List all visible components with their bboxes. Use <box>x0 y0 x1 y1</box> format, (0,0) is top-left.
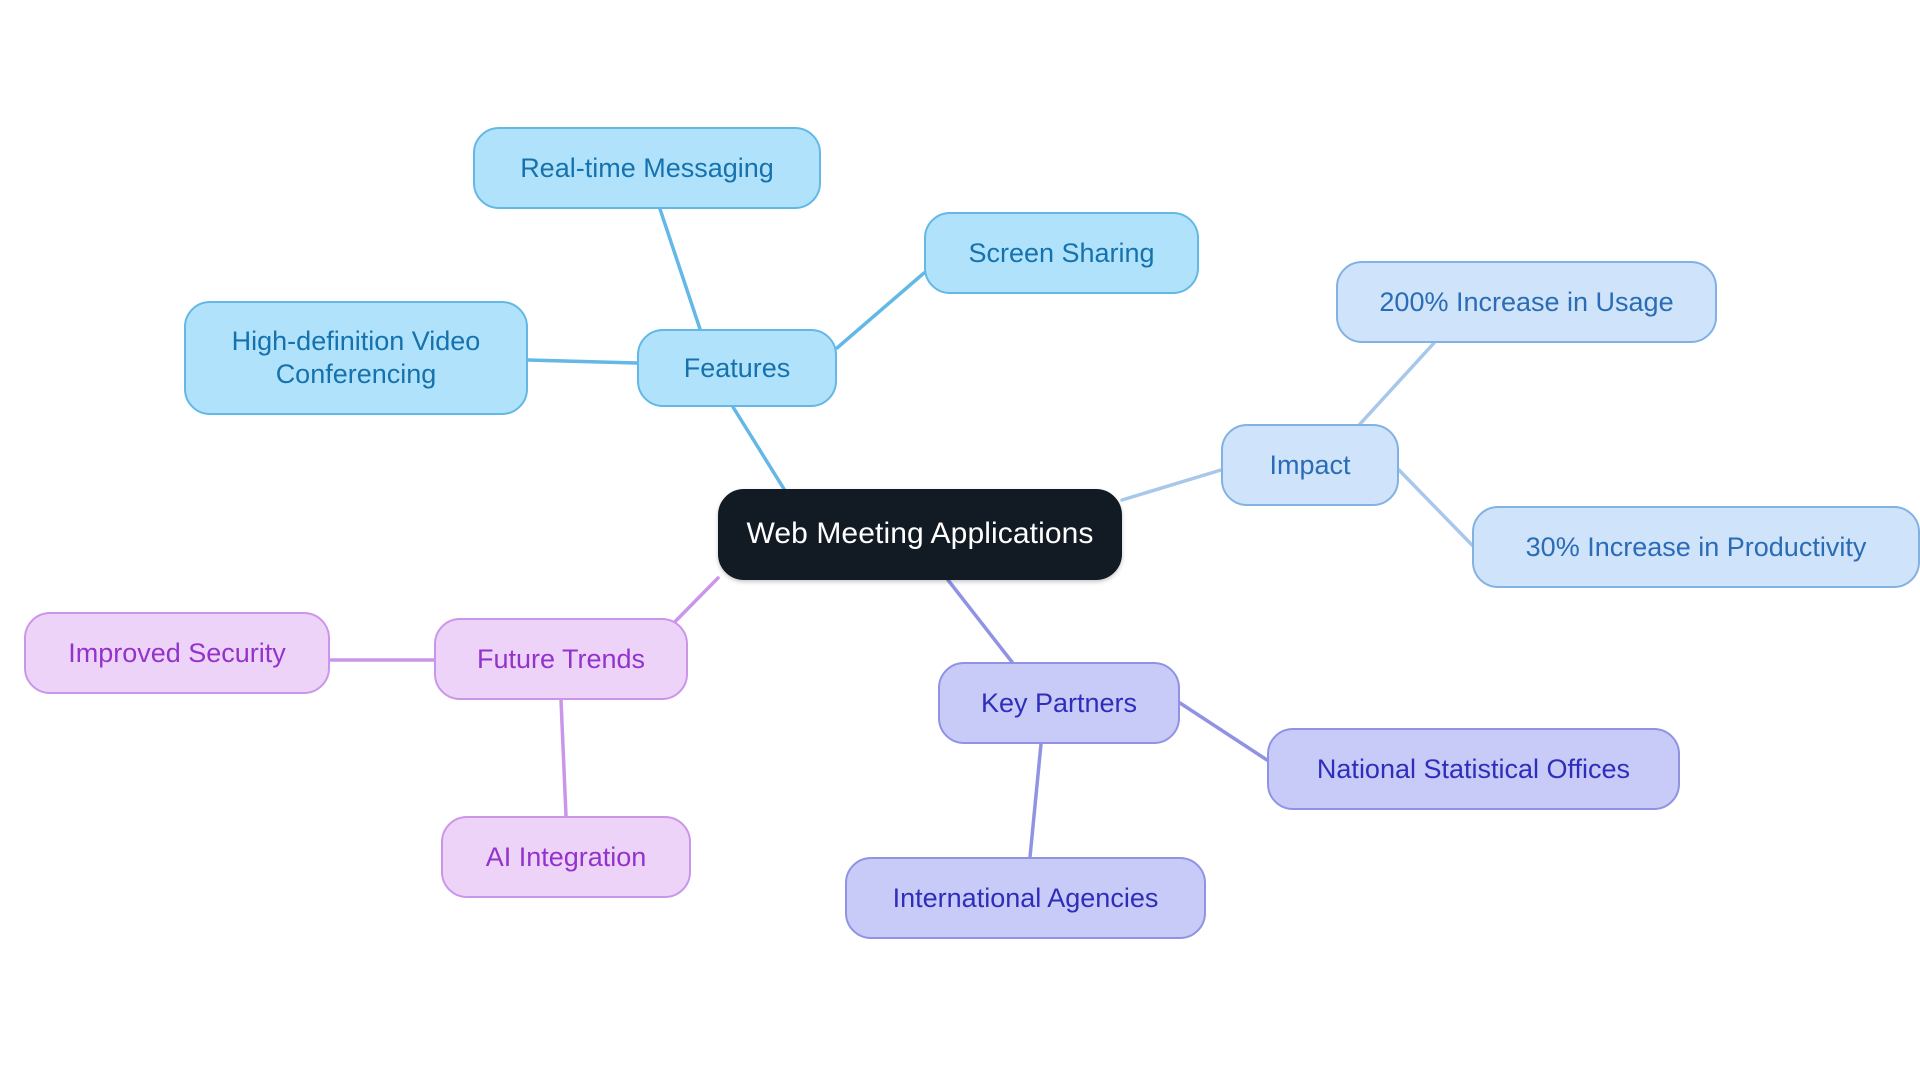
mindmap-node-ai-integration[interactable]: AI Integration <box>441 816 691 898</box>
mindmap-node-international-agencies[interactable]: International Agencies <box>845 857 1206 939</box>
edge-features-messaging <box>658 207 702 331</box>
mindmap-node-improved-security[interactable]: Improved Security <box>24 612 330 694</box>
mindmap-node-improved-security-label: Improved Security <box>68 637 286 668</box>
edge-keypartners-nso <box>1178 701 1269 762</box>
mindmap-node-national-statistical-offices-label: National Statistical Offices <box>1316 753 1631 784</box>
edge-features-screenshare <box>835 271 926 350</box>
mindmap-node-root[interactable]: Web Meeting Applications <box>718 489 1122 580</box>
mindmap-node-30-percent-increase-in-productivity[interactable]: 30% Increase in Productivity <box>1472 506 1920 588</box>
mindmap-node-200-percent-increase-in-usage-label: 200% Increase in Usage <box>1379 286 1674 317</box>
mindmap-node-root-label: Web Meeting Applications <box>746 517 1094 551</box>
edge-keypartners-intl <box>1028 742 1043 859</box>
edge-root-features <box>731 405 786 491</box>
mindmap-node-high-definition-video-conferencing-label: High-definition Video Conferencing <box>231 326 481 389</box>
mindmap-node-features-label: Features <box>683 352 791 383</box>
mindmap-node-key-partners[interactable]: Key Partners <box>938 662 1180 744</box>
mindmap-node-screen-sharing-label: Screen Sharing <box>968 237 1155 268</box>
edge-futuretrends-ai <box>559 698 568 818</box>
mindmap-node-impact[interactable]: Impact <box>1221 424 1399 506</box>
mindmap-node-screen-sharing[interactable]: Screen Sharing <box>924 212 1199 294</box>
mindmap-node-international-agencies-label: International Agencies <box>892 882 1159 913</box>
mindmap-canvas: Web Meeting Applications Features Real-tim… <box>0 0 1920 1083</box>
edge-impact-productivity <box>1397 468 1474 547</box>
mindmap-node-real-time-messaging[interactable]: Real-time Messaging <box>473 127 821 209</box>
mindmap-node-future-trends-label: Future Trends <box>476 643 646 674</box>
edge-features-hdvideo <box>526 358 639 365</box>
mindmap-node-key-partners-label: Key Partners <box>980 687 1138 718</box>
mindmap-node-200-percent-increase-in-usage[interactable]: 200% Increase in Usage <box>1336 261 1717 343</box>
mindmap-node-impact-label: Impact <box>1269 449 1351 480</box>
edge-root-keypartners <box>946 578 1014 664</box>
mindmap-node-high-definition-video-conferencing[interactable]: High-definition Video Conferencing <box>184 301 528 415</box>
mindmap-node-30-percent-increase-in-productivity-label: 30% Increase in Productivity <box>1525 531 1867 562</box>
mindmap-node-ai-integration-label: AI Integration <box>485 841 647 872</box>
edge-root-impact <box>1120 468 1223 502</box>
mindmap-node-future-trends[interactable]: Future Trends <box>434 618 688 700</box>
mindmap-node-features[interactable]: Features <box>637 329 837 407</box>
edge-impact-usage <box>1358 341 1436 426</box>
mindmap-node-national-statistical-offices[interactable]: National Statistical Offices <box>1267 728 1680 810</box>
mindmap-node-real-time-messaging-label: Real-time Messaging <box>520 152 774 183</box>
